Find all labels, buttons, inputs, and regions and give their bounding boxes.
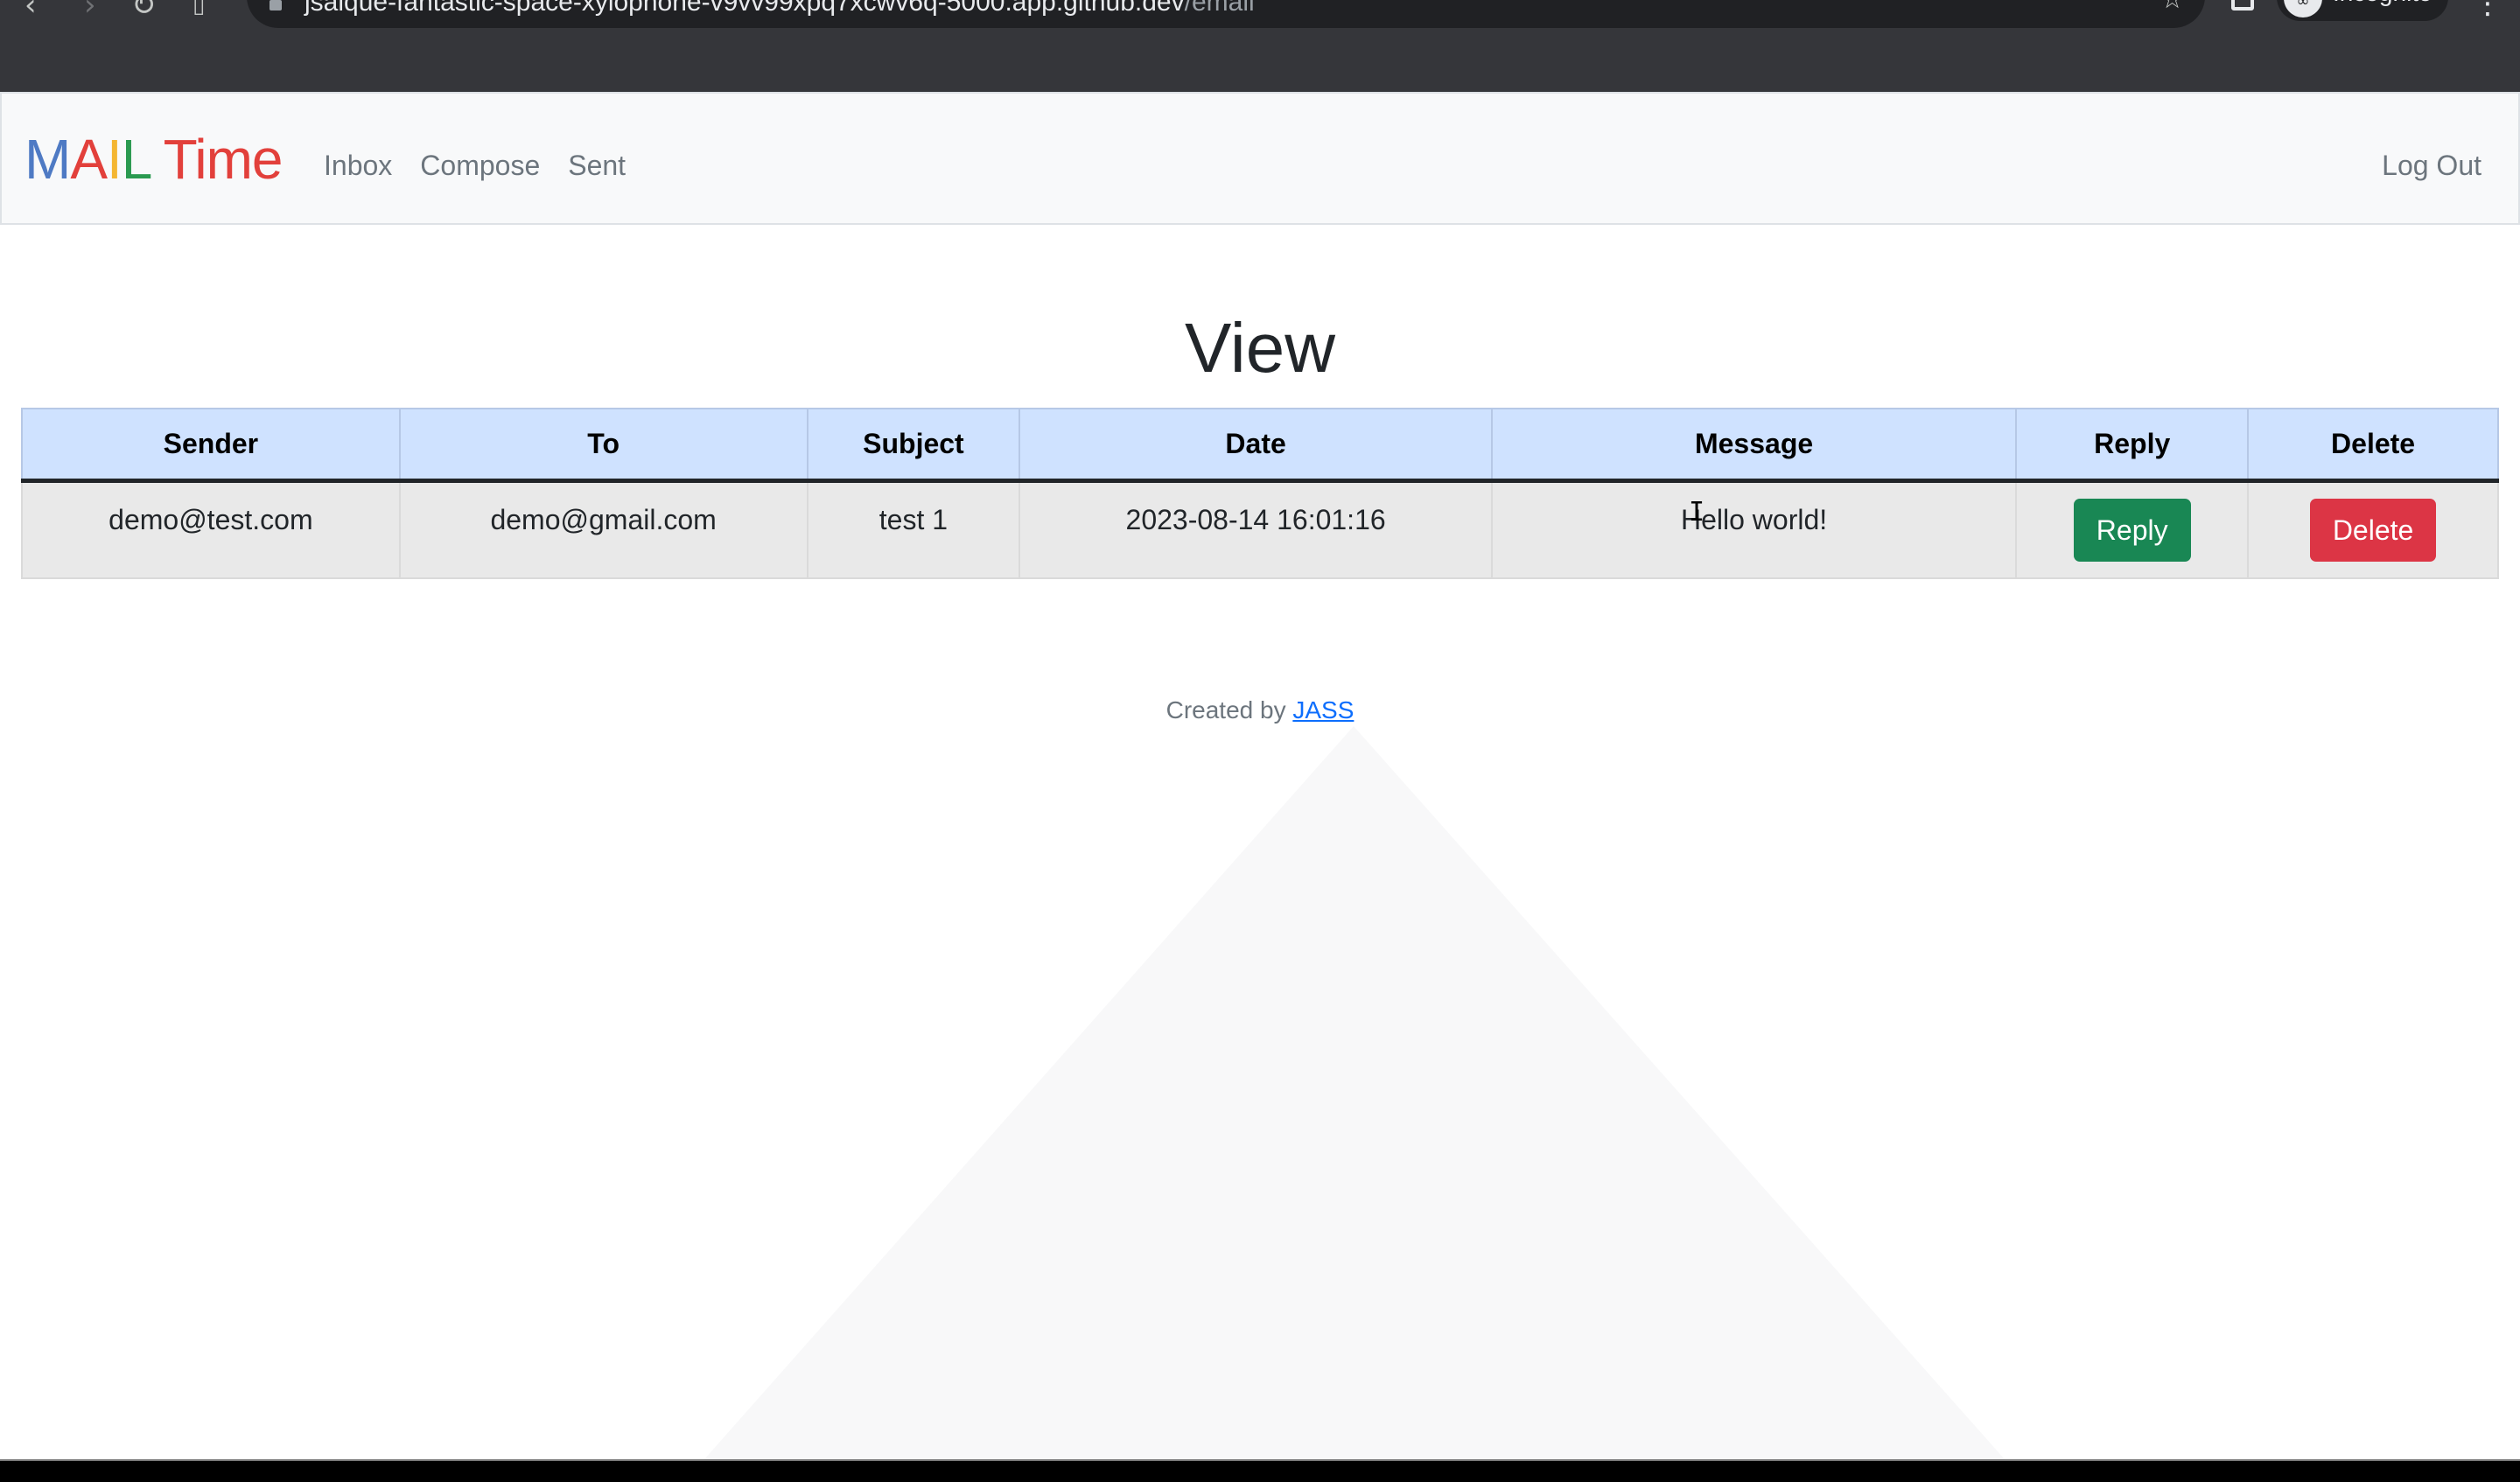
url-host: jsalque-fantastic-space-xylophone-v9vv99… <box>304 0 1185 17</box>
incognito-badge[interactable]: ∞ Incognito <box>2277 0 2448 21</box>
logout-link[interactable]: Log Out <box>2382 148 2482 183</box>
back-icon[interactable]: ‹ <box>24 0 37 23</box>
cell-subject: test 1 <box>806 479 1021 579</box>
page-title: View <box>1185 309 1335 387</box>
cell-reply: Reply <box>2015 479 2250 579</box>
cell-message: Hello world! <box>1490 479 2018 579</box>
header-sender: Sender <box>21 408 401 483</box>
text-cursor-icon: I <box>1689 497 1705 528</box>
table-header-row: Sender To Subject Date Message Reply Del… <box>21 408 2499 483</box>
brand-word-time: Time <box>163 128 284 191</box>
forward-icon[interactable]: › <box>84 0 96 23</box>
cell-to: demo@gmail.com <box>398 479 808 579</box>
footer: Created by JASS <box>0 693 2520 728</box>
bookmark-star-icon[interactable]: ☆ <box>2160 0 2184 15</box>
nav-links: Inbox Compose Sent <box>324 148 626 183</box>
header-reply: Reply <box>2015 408 2250 483</box>
header-date: Date <box>1018 408 1493 483</box>
footer-text: Created by <box>1166 696 1293 724</box>
header-delete: Delete <box>2247 408 2499 483</box>
site-info-icon[interactable]: ▯ <box>192 0 205 23</box>
brand-logo[interactable]: MAIL Time <box>24 128 284 191</box>
cell-sender: demo@test.com <box>21 479 401 579</box>
reload-icon[interactable]: ↻ <box>131 0 157 23</box>
table-row: demo@test.com demo@gmail.com test 1 2023… <box>21 479 2499 579</box>
incognito-icon: ∞ <box>2284 0 2322 17</box>
header-to: To <box>398 408 808 483</box>
url-text[interactable]: jsalque-fantastic-space-xylophone-v9vv99… <box>304 0 1255 16</box>
email-table: Sender To Subject Date Message Reply Del… <box>21 408 2499 579</box>
nav-link-compose[interactable]: Compose <box>420 148 540 183</box>
navbar: MAIL Time Inbox Compose Sent Log Out <box>0 92 2520 225</box>
cell-delete: Delete <box>2247 479 2499 579</box>
tab-search-icon[interactable] <box>2231 0 2254 10</box>
brand-letter-a: A <box>70 128 108 191</box>
nav-link-inbox[interactable]: Inbox <box>324 148 392 183</box>
delete-button[interactable]: Delete <box>2309 498 2437 562</box>
url-path: /email <box>1184 0 1255 17</box>
lock-icon <box>270 0 282 10</box>
nav-link-sent[interactable]: Sent <box>568 148 626 183</box>
brand-letter-i: I <box>107 128 122 191</box>
cell-date: 2023-08-14 16:01:16 <box>1018 479 1493 579</box>
reply-button[interactable]: Reply <box>2073 498 2191 562</box>
screen-bottom-bar <box>0 1459 2520 1482</box>
header-message: Message <box>1490 408 2018 483</box>
header-subject: Subject <box>806 408 1021 483</box>
background-triangle-shape <box>704 726 2005 1459</box>
brand-letter-m: M <box>24 128 71 191</box>
brand-letter-l: L <box>121 128 150 191</box>
incognito-label: Incognito <box>2333 0 2432 7</box>
address-bar[interactable]: jsalque-fantastic-space-xylophone-v9vv99… <box>247 0 2205 28</box>
browser-toolbar: ‹ › ↻ ▯ jsalque-fantastic-space-xylophon… <box>0 0 2520 92</box>
browser-menu-icon[interactable]: ⋮ <box>2473 0 2502 21</box>
footer-author-link[interactable]: JASS <box>1292 696 1354 724</box>
